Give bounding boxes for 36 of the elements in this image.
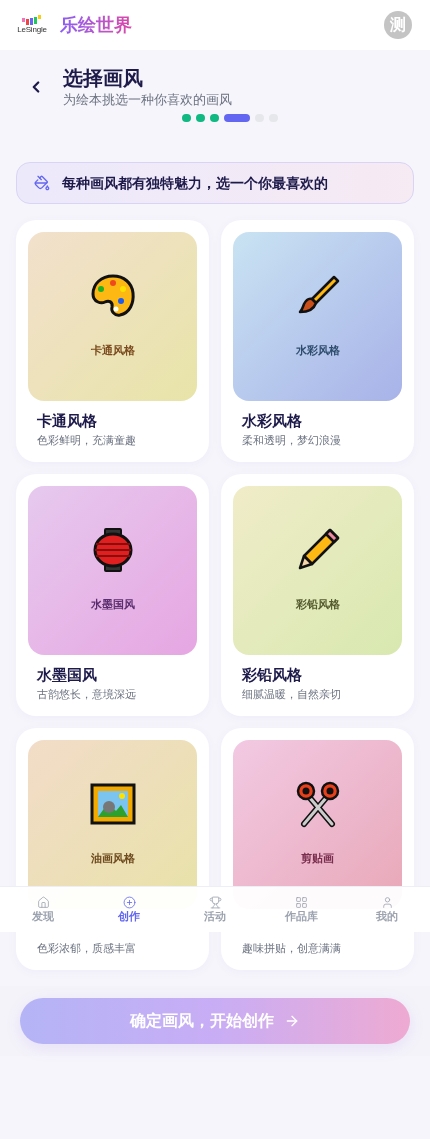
style-card[interactable]: 卡通风格 卡通风格 色彩鲜明，充满童趣 bbox=[16, 220, 209, 462]
thumbnail-label: 剪贴画 bbox=[301, 851, 334, 866]
style-name: 水彩风格 bbox=[242, 411, 303, 431]
style-description: 趣味拼贴，创意满满 bbox=[242, 941, 342, 956]
style-description: 古韵悠长，意境深远 bbox=[37, 687, 137, 702]
user-icon bbox=[380, 896, 394, 909]
nav-tab[interactable]: 作品库 bbox=[271, 896, 331, 923]
paint-bucket-icon bbox=[34, 175, 50, 191]
arrow-right-icon bbox=[284, 1013, 300, 1029]
home-icon bbox=[36, 896, 50, 909]
logo-bars-icon bbox=[21, 15, 43, 25]
nav-tab[interactable]: 发现 bbox=[13, 896, 73, 923]
logo-text: LeSingle bbox=[17, 25, 47, 35]
style-description: 色彩鲜明，充满童趣 bbox=[37, 433, 137, 448]
style-description: 细腻温暖，自然亲切 bbox=[242, 687, 342, 702]
nav-tab[interactable]: 创作 bbox=[99, 896, 159, 923]
style-card[interactable]: 水墨国风 水墨国风 古韵悠长，意境深远 bbox=[16, 474, 209, 716]
style-card[interactable]: 水彩风格 水彩风格 柔和透明，梦幻浪漫 bbox=[221, 220, 414, 462]
thumbnail-label: 卡通风格 bbox=[90, 343, 135, 358]
page-title: 选择画风 bbox=[63, 66, 144, 91]
style-card[interactable]: 彩铅风格 彩铅风格 细腻温暖，自然亲切 bbox=[221, 474, 414, 716]
grid-icon bbox=[294, 896, 308, 909]
nav-tab[interactable]: 我的 bbox=[357, 896, 417, 923]
thumbnail-label: 彩铅风格 bbox=[295, 597, 340, 612]
thumbnail-label: 水彩风格 bbox=[295, 343, 340, 358]
style-name: 水墨国风 bbox=[37, 665, 98, 685]
page-subtitle: 为绘本挑选一种你喜欢的画风 bbox=[63, 91, 232, 109]
style-description: 色彩浓郁，质感丰富 bbox=[37, 941, 137, 956]
style-name: 彩铅风格 bbox=[242, 665, 303, 685]
style-description: 柔和透明，梦幻浪漫 bbox=[242, 433, 342, 448]
tip-text: 每种画风都有独特魅力，选一个你最喜欢的 bbox=[62, 173, 328, 193]
style-name: 卡通风格 bbox=[37, 411, 98, 431]
thumbnail-label: 水墨国风 bbox=[90, 597, 135, 612]
thumbnail-label: 油画风格 bbox=[90, 851, 135, 866]
plus-circle-icon bbox=[122, 896, 136, 909]
trophy-icon bbox=[208, 896, 222, 909]
